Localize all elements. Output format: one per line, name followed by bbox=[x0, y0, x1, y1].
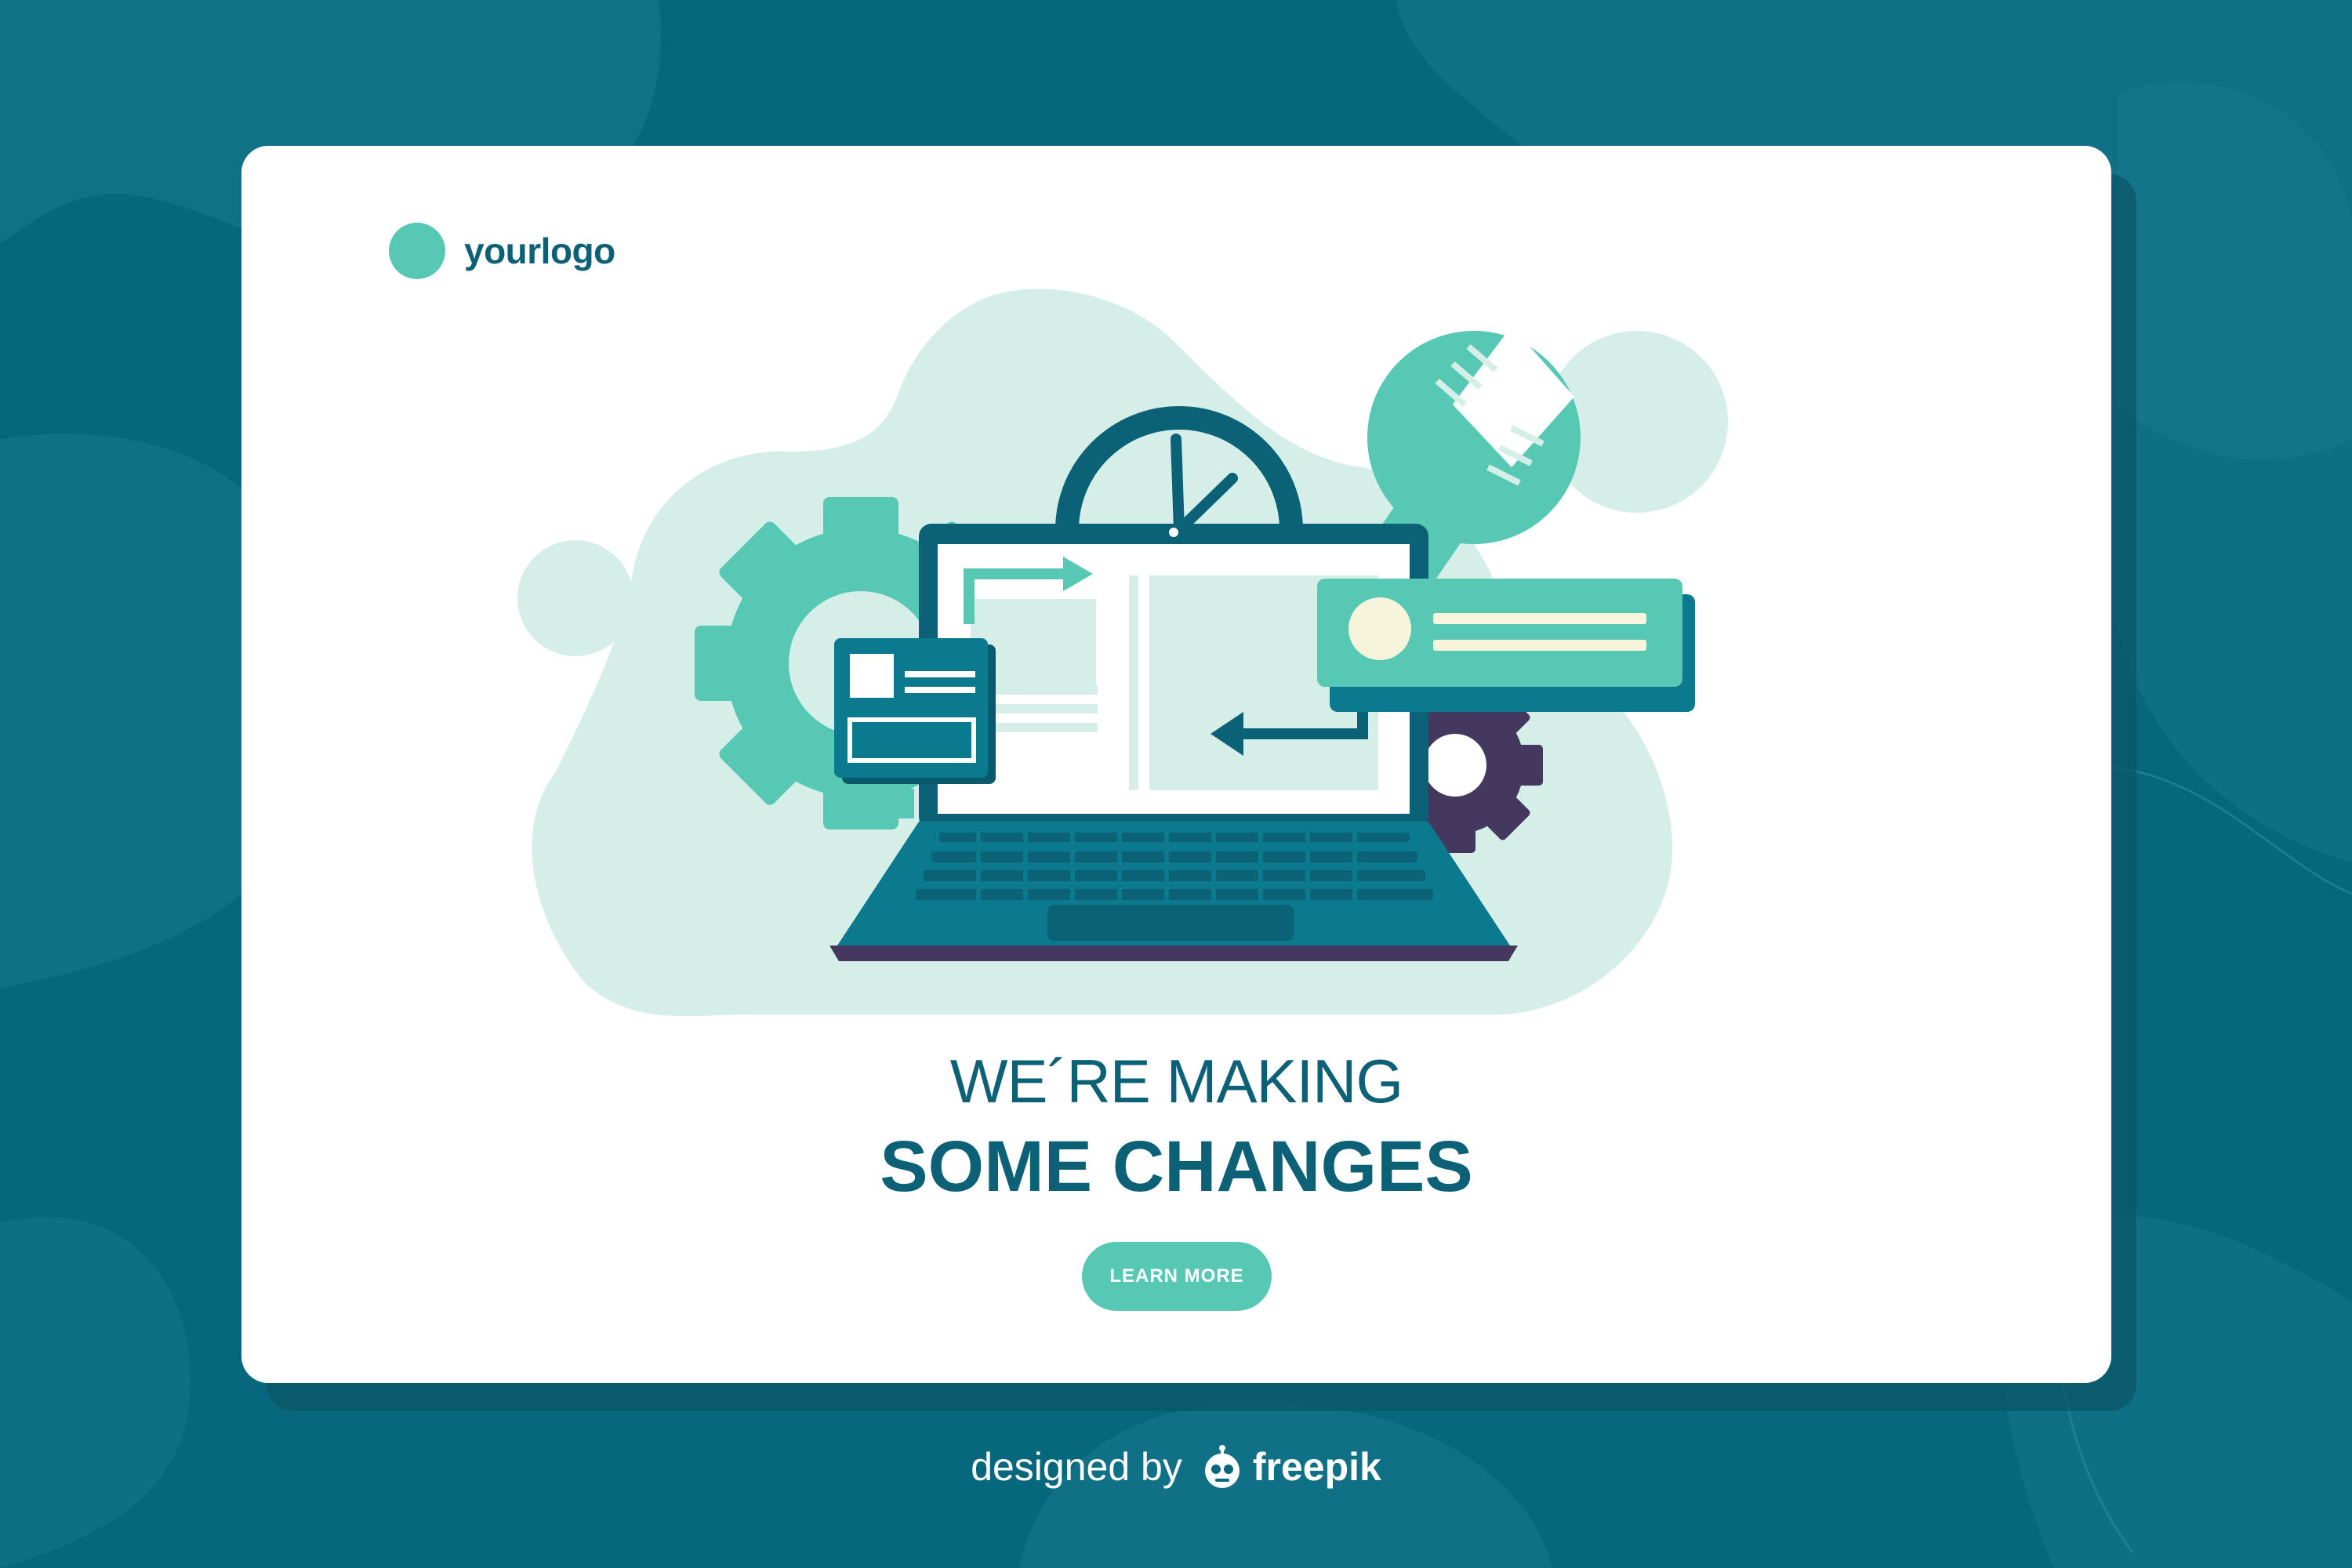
credit-prefix: designed by bbox=[971, 1445, 1182, 1489]
page-heading: WE´RE MAKING bbox=[949, 1047, 1403, 1116]
decor-circle-left bbox=[517, 540, 633, 656]
landing-card: yourlogo WE´RE MAKING SOME CHANGES LEARN… bbox=[241, 146, 2111, 1383]
notification-card-right bbox=[1317, 579, 1695, 712]
learn-more-button[interactable]: LEARN MORE bbox=[1082, 1242, 1272, 1311]
footer-credit[interactable]: designed by freepik bbox=[0, 1444, 2352, 1490]
credit-brand: freepik bbox=[1252, 1445, 1381, 1489]
robot-icon bbox=[1204, 1445, 1240, 1488]
page-subheading: SOME CHANGES bbox=[880, 1127, 1473, 1207]
